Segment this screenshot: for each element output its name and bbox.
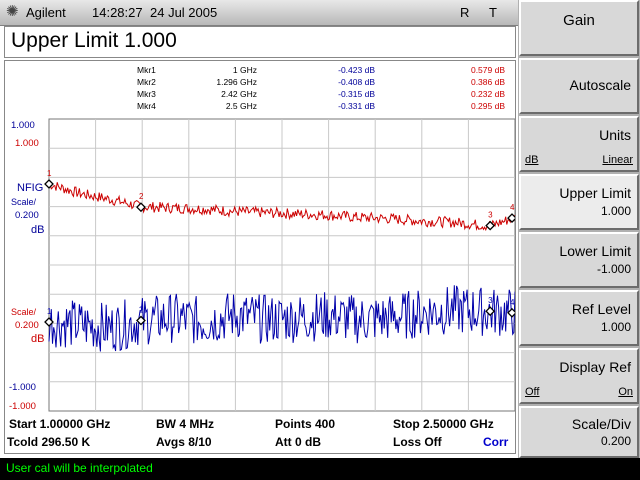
marker-4-lower-label: 4 <box>510 298 515 307</box>
softkey-value: 1.000 <box>600 320 631 334</box>
softkey-ref-level[interactable]: Ref Level 1.000 <box>519 290 639 346</box>
clock-date: 24 Jul 2005 <box>150 5 218 20</box>
softkey-label: Upper Limit <box>559 185 631 201</box>
marker-frequency: 2.42 GHz <box>221 89 257 99</box>
softkey-menu: Gain Autoscale Units dB Linear Upper Lim… <box>518 0 640 458</box>
softkey-label: Display Ref <box>559 359 631 375</box>
marker-3-upper-label: 3 <box>488 211 493 220</box>
softkey-label: Gain <box>563 12 595 29</box>
trace-graph: Mkr1 1 GHz -0.423 dB 0.579 dB Mkr2 1.296 GHz -… <box>7 65 517 449</box>
marker-1-lower-label: 1 <box>47 307 52 316</box>
softkey-label: Ref Level <box>571 301 631 317</box>
active-function-area: Upper Limit 1.000 <box>4 26 516 58</box>
marker-lower-value: -0.315 dB <box>338 89 375 99</box>
units-linear-option: Linear <box>602 154 633 166</box>
attenuation: Att 0 dB <box>275 435 321 449</box>
scale2-value: 0.200 <box>15 320 39 331</box>
softkey-label: Scale/Div <box>571 416 631 432</box>
marker-upper-value: 0.386 dB <box>471 77 505 87</box>
marker-name: Mkr3 <box>137 89 156 99</box>
softkey-units[interactable]: Units dB Linear <box>519 116 639 172</box>
stop-freq: Stop 2.50000 GHz <box>393 417 494 431</box>
bandwidth: BW 4 MHz <box>156 417 214 431</box>
scale2-label: Scale/ <box>11 307 37 317</box>
unit-label: dB <box>31 224 44 236</box>
marker-1-upper-label: 1 <box>47 169 52 178</box>
status-message: User cal will be interpolated <box>6 461 153 475</box>
marker-frequency: 1 GHz <box>233 65 257 75</box>
upper-ref-top-red: 1.000 <box>15 138 39 149</box>
marker-lower-value: -0.331 dB <box>338 101 375 111</box>
header-bar: ✺ Agilent 14:28:27 24 Jul 2005 R T <box>0 0 518 26</box>
corr-indicator: Corr <box>483 435 509 449</box>
softkey-autoscale[interactable]: Autoscale <box>519 58 639 114</box>
marker-2-upper-label: 2 <box>139 192 144 201</box>
softkey-label: Lower Limit <box>559 243 631 259</box>
marker-upper-value: 0.295 dB <box>471 101 505 111</box>
softkey-scale-div[interactable]: Scale/Div 0.200 <box>519 406 639 458</box>
tcold-value: Tcold 296.50 K <box>7 435 90 449</box>
units-db-option: dB <box>525 154 539 166</box>
agilent-logo-icon: ✺ <box>6 3 19 20</box>
marker-name: Mkr4 <box>137 101 156 111</box>
softkey-display-ref[interactable]: Display Ref Off On <box>519 348 639 404</box>
clock-time: 14:28:27 <box>92 5 143 20</box>
unit2-label: dB <box>31 333 44 345</box>
averages: Avgs 8/10 <box>156 435 212 449</box>
marker-name: Mkr1 <box>137 65 156 75</box>
lower-ref-bottom-red: -1.000 <box>9 401 36 412</box>
measurement-display: Mkr1 1 GHz -0.423 dB 0.579 dB Mkr2 1.296 GHz -… <box>4 60 517 454</box>
marker-upper-value: 0.232 dB <box>471 89 505 99</box>
remote-indicator: R <box>460 5 470 20</box>
trigger-indicator: T <box>489 5 497 20</box>
softkey-value: -1.000 <box>596 262 631 276</box>
status-bar: User cal will be interpolated <box>0 458 640 480</box>
loss-status: Loss Off <box>393 435 443 449</box>
softkey-gain[interactable]: Gain <box>519 0 639 56</box>
marker-lower-value: -0.423 dB <box>338 65 375 75</box>
softkey-value: 1.000 <box>600 204 631 218</box>
scale-label: Scale/ <box>11 197 37 207</box>
display-ref-off-option: Off <box>525 386 540 398</box>
marker-name: Mkr2 <box>137 77 156 87</box>
upper-ref-top: 1.000 <box>11 120 35 131</box>
marker-frequency: 1.296 GHz <box>216 77 257 87</box>
scale-value: 0.200 <box>15 210 39 221</box>
brand-label: Agilent <box>26 5 66 20</box>
lower-ref-bottom: -1.000 <box>9 382 36 393</box>
marker-table: Mkr1 1 GHz -0.423 dB 0.579 dB Mkr2 1.296 GHz -… <box>137 65 505 111</box>
marker-lower-value: -0.408 dB <box>338 77 375 87</box>
marker-frequency: 2.5 GHz <box>226 101 257 111</box>
marker-3-lower-label: 3 <box>488 296 493 305</box>
softkey-lower-limit[interactable]: Lower Limit -1.000 <box>519 232 639 288</box>
display-ref-on-option: On <box>618 386 633 398</box>
softkey-value: 0.200 <box>600 434 631 448</box>
softkey-label: Autoscale <box>569 77 631 93</box>
softkey-label: Units <box>599 127 631 143</box>
active-function-title: Upper Limit 1.000 <box>11 29 177 52</box>
start-freq: Start 1.00000 GHz <box>9 417 110 431</box>
points-count: Points 400 <box>275 417 335 431</box>
softkey-upper-limit[interactable]: Upper Limit 1.000 <box>519 174 639 230</box>
marker-upper-value: 0.579 dB <box>471 65 505 75</box>
nfig-label: NFIG <box>17 182 43 194</box>
marker-4-upper-label: 4 <box>510 203 515 212</box>
marker-2-lower-label: 2 <box>139 306 144 315</box>
